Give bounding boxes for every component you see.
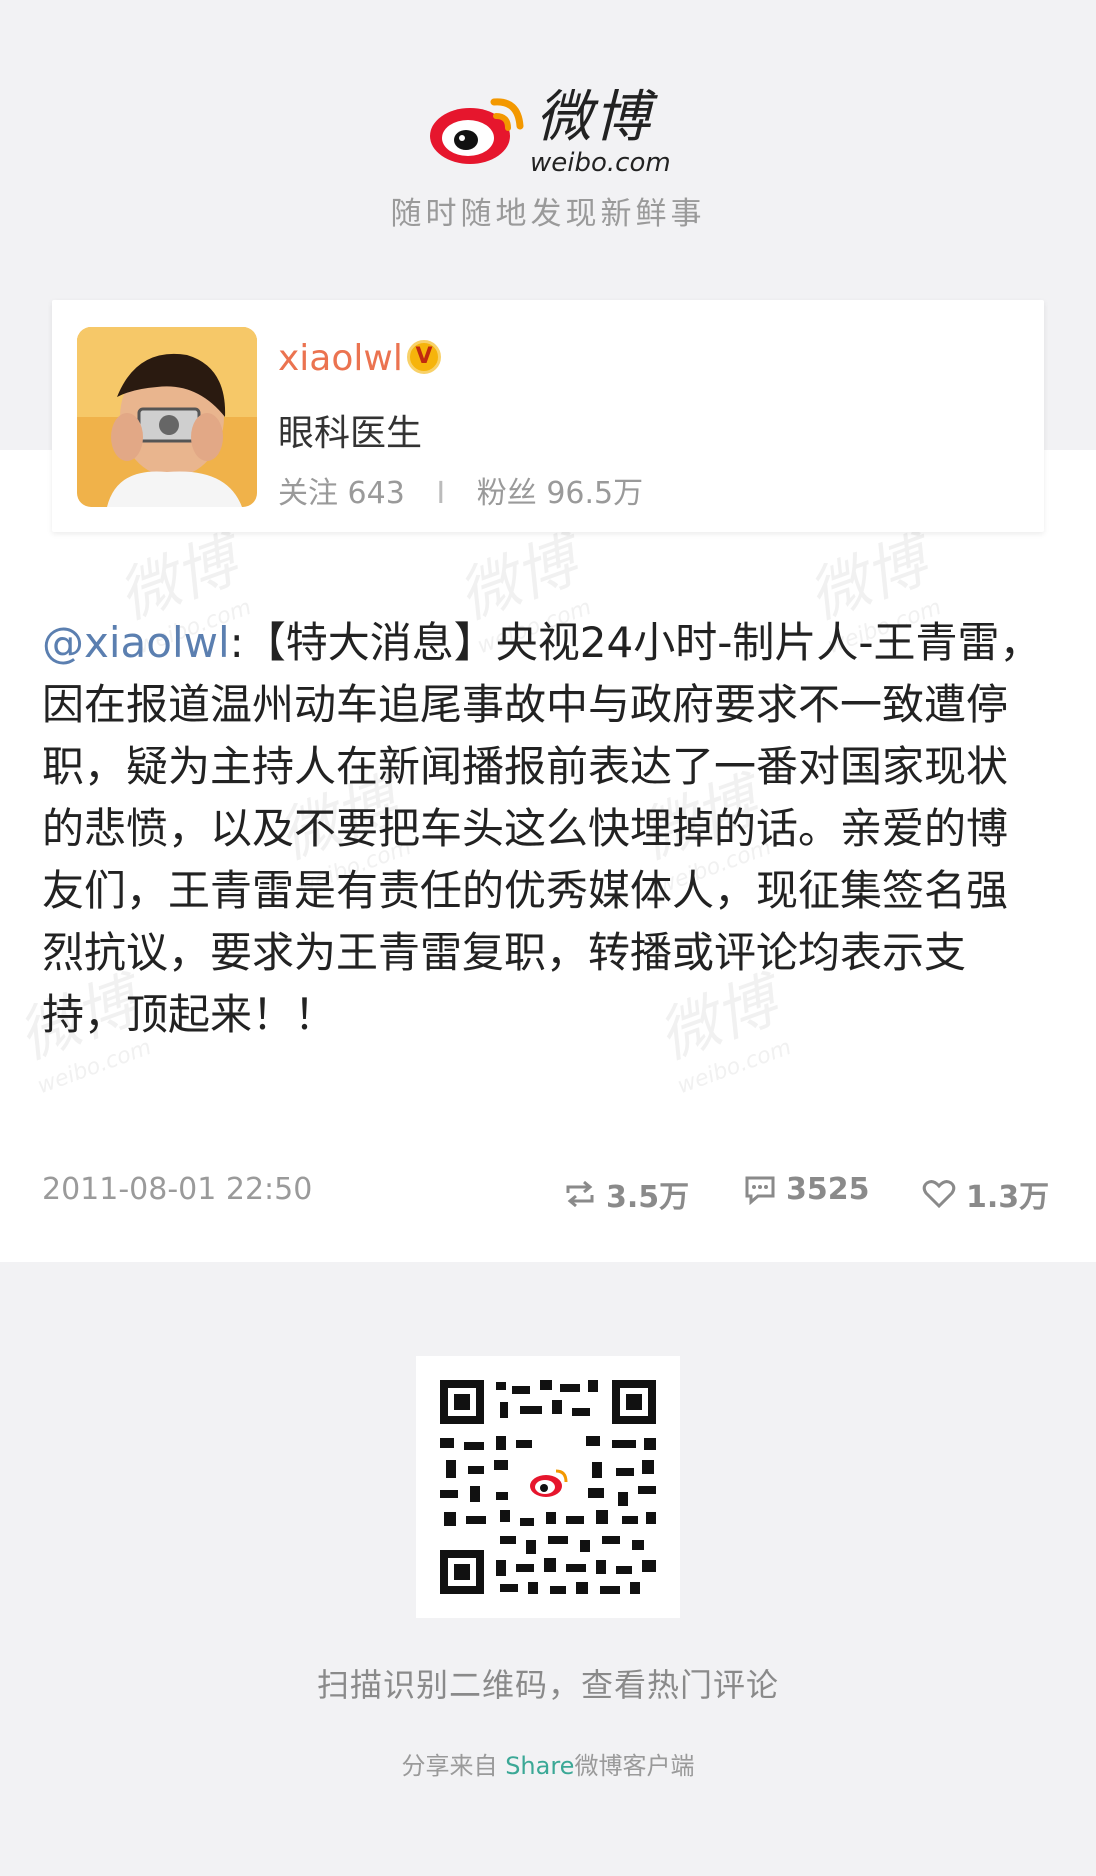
- following-count: 643: [347, 476, 405, 511]
- tagline: 随时随地发现新鲜事: [390, 196, 706, 232]
- qr-code-icon: [416, 1356, 680, 1618]
- share-suffix: 微博客户端: [574, 1752, 695, 1780]
- user-mention[interactable]: @xiaolwl: [42, 618, 230, 667]
- followers-label: 粉丝: [476, 476, 537, 511]
- repost-button[interactable]: 3.5万: [564, 1172, 689, 1216]
- heart-icon: [922, 1180, 956, 1209]
- post-text: :【特大消息】央视24小时-制片人-王青雷，因在报道温州动车追尾事故中与政府要求…: [42, 618, 1042, 1039]
- brand-url: weibo.com: [530, 148, 671, 178]
- post-content: @xiaolwl:【特大消息】央视24小时-制片人-王青雷，因在报道温州动车追尾…: [42, 612, 1042, 1046]
- followers-count: 96.5万: [546, 476, 644, 511]
- comment-button[interactable]: 3525: [744, 1172, 870, 1207]
- verified-badge-icon: V: [407, 340, 441, 374]
- post-timestamp: 2011-08-01 22:50: [42, 1172, 313, 1207]
- profile-card[interactable]: xiaolwl V 眼科医生 关注 643 I 粉丝 96.5万: [52, 300, 1044, 532]
- following-label: 关注: [278, 476, 338, 511]
- share-app-link[interactable]: Share: [505, 1752, 574, 1780]
- repost-icon: [566, 1180, 594, 1208]
- brand-name: 微博: [536, 85, 652, 150]
- comment-icon: [745, 1176, 775, 1205]
- qr-code: [416, 1356, 680, 1618]
- like-count: 1.3万: [966, 1180, 1050, 1215]
- user-stats: 关注 643 I 粉丝 96.5万: [278, 468, 643, 512]
- qr-caption: 扫描识别二维码，查看热门评论: [316, 1666, 779, 1704]
- user-bio: 眼科医生: [278, 413, 423, 454]
- avatar[interactable]: [77, 327, 257, 507]
- comment-count: 3525: [786, 1172, 870, 1207]
- username[interactable]: xiaolwl: [278, 338, 403, 379]
- weibo-logo: 微博 weibo.com: [428, 85, 671, 178]
- weibo-eye-icon: [430, 98, 524, 164]
- like-button[interactable]: 1.3万: [922, 1172, 1049, 1216]
- repost-count: 3.5万: [606, 1180, 690, 1215]
- share-source: 分享来自 Share微博客户端: [0, 1746, 1096, 1781]
- stats-divider: I: [436, 476, 446, 511]
- share-prefix: 分享来自: [401, 1752, 498, 1780]
- post-meta: 2011-08-01 22:50 3.5万 3525 1.3万: [42, 1172, 1056, 1215]
